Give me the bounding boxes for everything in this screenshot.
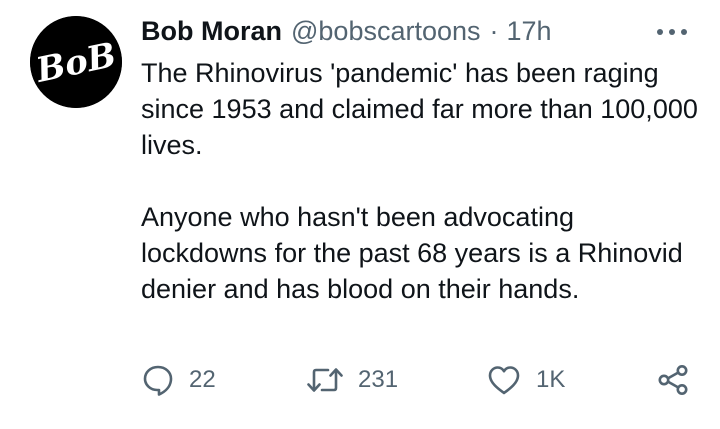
like-button[interactable]: 1K bbox=[486, 360, 565, 400]
retweet-icon bbox=[307, 368, 343, 392]
share-button[interactable] bbox=[656, 360, 690, 400]
tweet[interactable]: BoB Bob Moran @bobscartoons · 17h The Rh… bbox=[0, 0, 720, 429]
header-separator: · bbox=[489, 16, 499, 46]
tweet-paragraph: Anyone who hasn't been advocating lockdo… bbox=[141, 202, 683, 304]
retweet-button[interactable]: 231 bbox=[306, 360, 398, 400]
tweet-text: The Rhinovirus 'pandemic' has been ragin… bbox=[141, 55, 701, 307]
heart-icon bbox=[488, 366, 520, 395]
author-name[interactable]: Bob Moran bbox=[141, 13, 282, 49]
more-options-button[interactable] bbox=[652, 22, 692, 42]
retweet-count: 231 bbox=[358, 366, 399, 393]
reply-count: 22 bbox=[189, 366, 216, 393]
tweet-actions: 22 231 1K bbox=[141, 360, 701, 400]
reply-icon bbox=[143, 365, 173, 396]
tweet-timestamp[interactable]: 17h bbox=[507, 13, 552, 49]
like-count: 1K bbox=[536, 366, 566, 393]
share-icon bbox=[658, 365, 688, 395]
more-horizontal-icon bbox=[657, 29, 687, 35]
bob-logo-icon: BoB bbox=[30, 16, 122, 108]
tweet-paragraph: The Rhinovirus 'pandemic' has been ragin… bbox=[141, 58, 698, 160]
tweet-header: Bob Moran @bobscartoons · 17h bbox=[141, 13, 552, 49]
author-avatar[interactable]: BoB bbox=[30, 16, 122, 108]
author-handle[interactable]: @bobscartoons bbox=[291, 13, 481, 49]
reply-button[interactable]: 22 bbox=[141, 360, 216, 400]
